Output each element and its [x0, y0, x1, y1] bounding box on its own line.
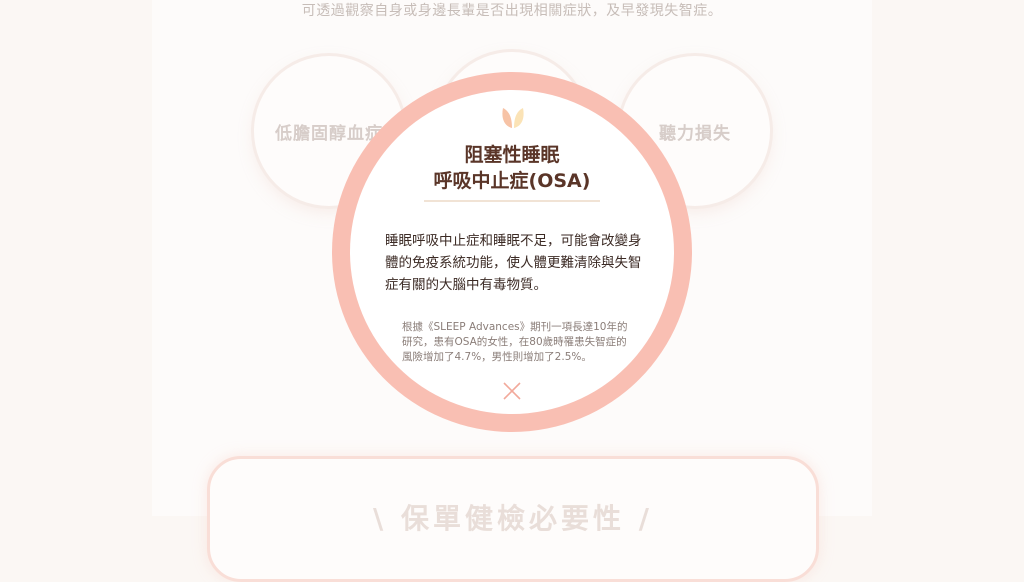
close-button[interactable]: [500, 380, 524, 402]
symptom-label: 聽力損失: [659, 123, 731, 144]
policy-review-title: \ 保單健檢必要性 /: [373, 502, 653, 535]
leaf-icon: [502, 108, 524, 128]
modal-title: 阻塞性睡眠 呼吸中止症(OSA): [400, 142, 624, 194]
close-icon: [503, 382, 521, 400]
section-subtitle: 可透過觀察自身或身邊長輩是否出現相關症狀，及早發現失智症。: [301, 3, 723, 19]
modal-divider: [424, 200, 600, 202]
symptom-label: 低膽固醇血症: [275, 123, 383, 144]
modal-title-line2: 呼吸中止症(OSA): [433, 170, 591, 192]
policy-review-card: \ 保單健檢必要性 /: [207, 456, 819, 582]
modal-note: 根據《SLEEP Advances》期刊一項長達10年的研究，患有OSA的女性，…: [402, 321, 628, 363]
modal-title-line1: 阻塞性睡眠: [464, 144, 560, 166]
modal-body: 睡眠呼吸中止症和睡眠不足，可能會改變身體的免疫系統功能，使人體更難清除與失智症有…: [385, 233, 642, 293]
